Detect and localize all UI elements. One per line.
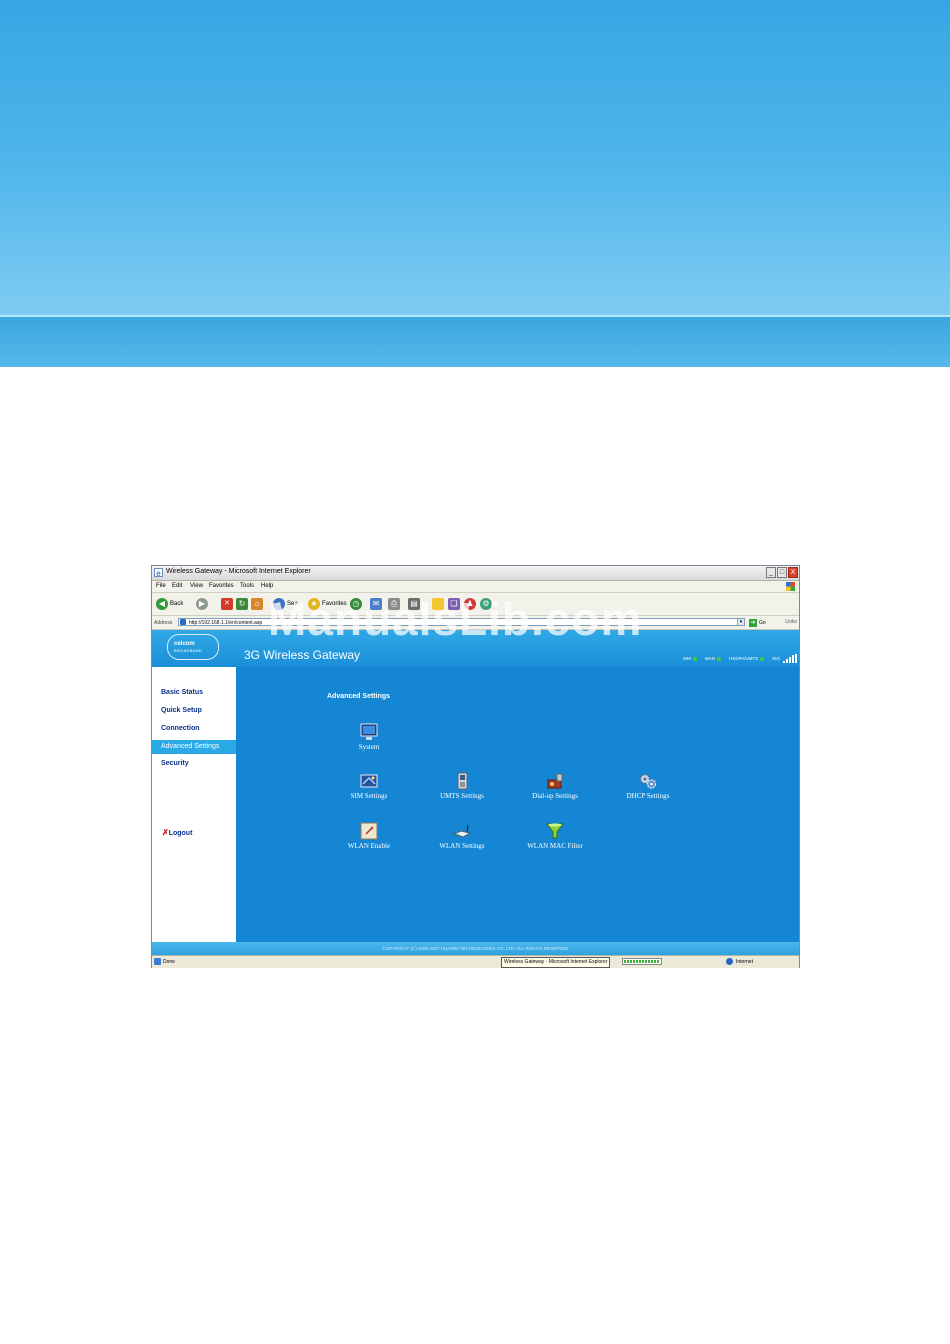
gateway-title: 3G Wireless Gateway	[244, 648, 361, 662]
tile-wlan-settings-label: WLAN Settings	[439, 842, 485, 850]
page-done-icon	[154, 958, 161, 965]
security-zone-label: Internet	[736, 959, 753, 965]
sim-card-icon	[360, 772, 378, 790]
wan-status-label: WAN	[704, 656, 716, 661]
web-content: celcom BROADBAND 3G Wireless Gateway SIM…	[152, 630, 799, 955]
network-status: HSDPA/UMTS	[729, 656, 765, 661]
tile-sim-settings-label: SIM Settings	[350, 792, 388, 800]
menu-tools[interactable]: Tools	[240, 583, 254, 589]
logo-line1: celcom	[174, 641, 195, 647]
wan-status: WAN	[704, 656, 722, 661]
address-label: Address	[154, 620, 173, 626]
stop-button[interactable]: ✕	[221, 597, 233, 610]
celcom-logo: celcom BROADBAND	[167, 634, 219, 660]
ie-app-icon: e	[154, 568, 163, 578]
network-led-icon	[760, 656, 765, 661]
tile-wlan-enable-label: WLAN Enable	[347, 842, 391, 850]
links-button[interactable]: Links	[785, 619, 797, 625]
settings-panel: Advanced Settings System SIM Settings UM…	[236, 667, 799, 942]
page-banner	[0, 0, 950, 367]
logo-line2: BROADBAND	[174, 648, 203, 653]
back-arrow-icon: ◀	[156, 597, 168, 610]
signal-status-label: SIG	[772, 656, 780, 661]
loading-progress-bar	[622, 958, 662, 965]
logout-label: Logout	[168, 830, 193, 837]
refresh-icon: ↻	[236, 597, 248, 610]
tile-dhcp-settings-label: DHCP Settings	[626, 792, 670, 800]
refresh-button[interactable]: ↻	[236, 597, 248, 610]
page-icon	[180, 619, 186, 625]
browser-status-bar: Done Wireless Gateway - Microsoft Intern…	[152, 955, 799, 968]
home-icon: ⌂	[251, 597, 263, 610]
sim-status: SIM	[683, 656, 697, 661]
minimize-button[interactable]: _	[766, 567, 776, 578]
back-label: Back	[170, 600, 184, 607]
sidebar-item-connection[interactable]: Connection	[152, 722, 236, 736]
forward-button[interactable]: ▶	[196, 597, 208, 610]
stop-icon: ✕	[221, 597, 233, 610]
internet-zone-icon	[726, 958, 733, 965]
go-arrow-icon: ➜	[749, 618, 757, 627]
go-button[interactable]: ➜ Go	[749, 618, 766, 627]
logout-link[interactable]: ✗Logout	[162, 828, 192, 837]
window-controls: _ □ X	[766, 567, 798, 578]
tile-dialup-settings-label: Dial-up Settings	[532, 792, 578, 800]
menu-help[interactable]: Help	[261, 583, 273, 589]
sidebar-item-security[interactable]: Security	[152, 757, 236, 771]
tile-wlan-mac-filter[interactable]: WLAN MAC Filter	[515, 822, 595, 850]
forward-arrow-icon: ▶	[196, 597, 208, 610]
title-bar: e Wireless Gateway - Microsoft Internet …	[152, 566, 799, 581]
sidebar-item-basic-status[interactable]: Basic Status	[152, 686, 236, 700]
watermark: ManualsLib.com	[268, 593, 643, 645]
gears-icon	[639, 772, 657, 790]
wan-led-icon	[717, 656, 722, 661]
windows-logo-icon	[786, 582, 795, 591]
menu-favorites[interactable]: Favorites	[209, 583, 234, 589]
tile-umts-settings[interactable]: UMTS Settings	[422, 772, 502, 800]
taskbar-tooltip: Wireless Gateway - Microsoft Internet Ex…	[501, 957, 611, 968]
monitor-icon	[360, 723, 378, 741]
phone-icon	[453, 772, 471, 790]
address-dropdown-button[interactable]: ▾	[737, 618, 745, 626]
logout-key-icon: ✗	[162, 828, 169, 837]
maximize-button[interactable]: □	[777, 567, 787, 578]
tile-system-label: System	[358, 743, 380, 751]
menu-edit[interactable]: Edit	[172, 583, 182, 589]
menu-view[interactable]: View	[190, 583, 203, 589]
tile-sim-settings[interactable]: SIM Settings	[329, 772, 409, 800]
sidebar-item-quick-setup[interactable]: Quick Setup	[152, 704, 236, 718]
sidebar-item-advanced-settings[interactable]: Advanced Settings	[152, 740, 236, 754]
sim-status-label: SIM	[682, 656, 691, 661]
tile-system[interactable]: System	[329, 723, 409, 751]
signal-bars-icon	[783, 654, 797, 663]
home-button[interactable]: ⌂	[251, 597, 263, 610]
page-title: Advanced Settings	[327, 693, 391, 700]
close-button[interactable]: X	[788, 567, 798, 578]
banner-band	[0, 317, 950, 367]
sim-led-icon	[692, 656, 697, 661]
network-status-label: HSDPA/UMTS	[729, 656, 759, 661]
go-label: Go	[759, 619, 766, 626]
tile-wlan-enable[interactable]: WLAN Enable	[329, 822, 409, 850]
window-title: Wireless Gateway - Microsoft Internet Ex…	[166, 568, 311, 575]
router-icon	[452, 822, 472, 840]
status-indicators: SIM WAN HSDPA/UMTS SIG	[675, 654, 797, 663]
status-text: Done	[163, 959, 175, 965]
wlan-enable-icon	[360, 822, 378, 840]
filter-icon	[546, 822, 564, 840]
sidebar: Basic Status Quick Setup Connection Adva…	[152, 667, 236, 942]
tile-dhcp-settings[interactable]: DHCP Settings	[608, 772, 688, 800]
tile-dialup-settings[interactable]: Dial-up Settings	[515, 772, 595, 800]
back-button[interactable]: ◀ Back	[156, 597, 183, 610]
signal-status: SIG	[772, 654, 797, 663]
dialup-icon	[546, 772, 564, 790]
tile-wlan-mac-filter-label: WLAN MAC Filter	[527, 842, 583, 850]
tile-umts-settings-label: UMTS Settings	[440, 792, 484, 800]
tile-wlan-settings[interactable]: WLAN Settings	[422, 822, 502, 850]
copyright-footer: COPYRIGHT (C) 2006-2007 HUAWEI TECHNOLOG…	[152, 942, 799, 955]
menu-file[interactable]: File	[156, 583, 166, 589]
